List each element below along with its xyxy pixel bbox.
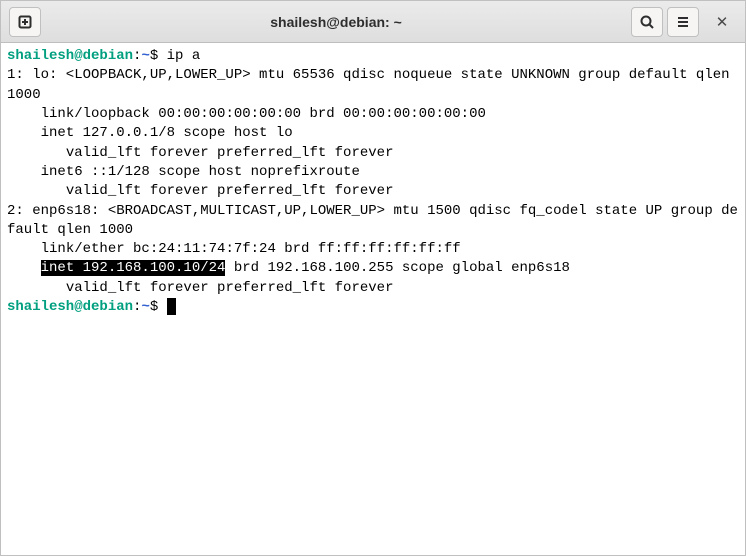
- output-line: 1: lo: <LOOPBACK,UP,LOWER_UP> mtu 65536 …: [7, 67, 738, 102]
- output-line: inet 127.0.0.1/8 scope host lo: [7, 125, 293, 141]
- close-icon: ✕: [716, 13, 729, 31]
- terminal-cursor: [167, 298, 176, 315]
- close-button[interactable]: ✕: [705, 7, 739, 37]
- search-button[interactable]: [631, 7, 663, 37]
- output-line: brd 192.168.100.255 scope global enp6s18: [225, 260, 569, 276]
- highlighted-ip: inet 192.168.100.10/24: [41, 260, 226, 276]
- search-icon: [639, 14, 655, 30]
- window-title: shailesh@debian: ~: [43, 14, 629, 30]
- output-line: inet6 ::1/128 scope host noprefixroute: [7, 164, 360, 180]
- command-text: ip a: [167, 48, 201, 64]
- prompt-user-host: shailesh@debian: [7, 48, 133, 64]
- menu-button[interactable]: [667, 7, 699, 37]
- titlebar: shailesh@debian: ~ ✕: [1, 1, 745, 43]
- terminal-area[interactable]: shailesh@debian:~$ ip a 1: lo: <LOOPBACK…: [1, 43, 745, 555]
- output-line: link/loopback 00:00:00:00:00:00 brd 00:0…: [7, 106, 486, 122]
- output-line: valid_lft forever preferred_lft forever: [7, 280, 393, 296]
- prompt-symbol: $: [150, 299, 158, 315]
- output-line: 2: enp6s18: <BROADCAST,MULTICAST,UP,LOWE…: [7, 203, 738, 238]
- output-indent: [7, 260, 41, 276]
- prompt-user-host: shailesh@debian: [7, 299, 133, 315]
- titlebar-right: ✕: [629, 7, 739, 37]
- output-line: valid_lft forever preferred_lft forever: [7, 183, 393, 199]
- new-tab-icon: [17, 14, 33, 30]
- output-line: link/ether bc:24:11:74:7f:24 brd ff:ff:f…: [7, 241, 461, 257]
- prompt-symbol: $: [150, 48, 158, 64]
- hamburger-icon: [675, 14, 691, 30]
- prompt-path: ~: [141, 48, 149, 64]
- output-line: valid_lft forever preferred_lft forever: [7, 145, 393, 161]
- new-tab-button[interactable]: [9, 7, 41, 37]
- prompt-path: ~: [141, 299, 149, 315]
- terminal-window: shailesh@debian: ~ ✕ shailesh@debian:~$ …: [0, 0, 746, 556]
